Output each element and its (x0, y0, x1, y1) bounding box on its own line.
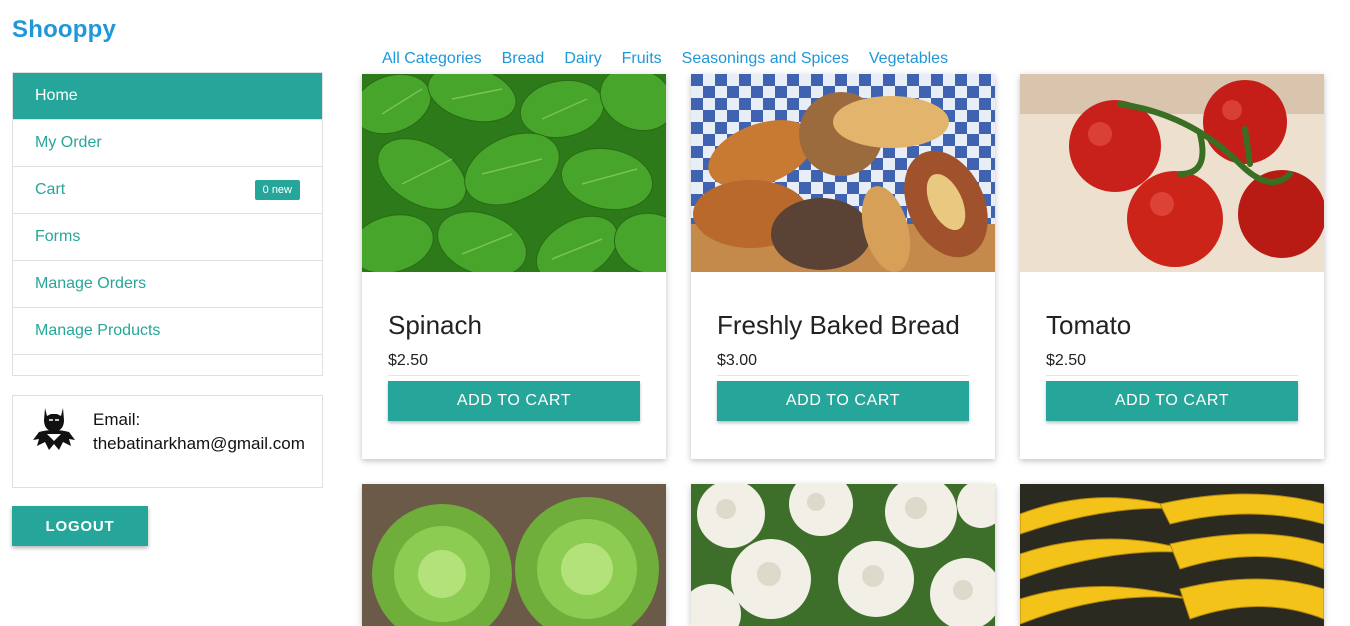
product-card (691, 484, 995, 626)
category-link-vegetables[interactable]: Vegetables (869, 50, 948, 68)
product-card: Tomato $2.50 ADD TO CART (1020, 74, 1324, 459)
sidebar-item-label: Forms (35, 228, 81, 245)
add-to-cart-button[interactable]: ADD TO CART (388, 381, 640, 421)
category-link-fruits[interactable]: Fruits (622, 50, 662, 68)
product-card: Freshly Baked Bread $3.00 ADD TO CART (691, 74, 995, 459)
sidebar-item-my-order[interactable]: My Order (13, 120, 322, 167)
sidebar-item-label: Cart (35, 181, 66, 198)
product-price: $2.50 (1046, 352, 1087, 369)
product-image-tomato[interactable] (1020, 74, 1324, 272)
category-link-seasonings[interactable]: Seasonings and Spices (682, 50, 849, 68)
sidebar-item-manage-products[interactable]: Manage Products (13, 308, 322, 355)
product-image-spinach[interactable] (362, 74, 666, 272)
product-image-cauliflower[interactable] (691, 484, 995, 626)
add-to-cart-button[interactable]: ADD TO CART (717, 381, 969, 421)
category-nav: All Categories Bread Dairy Fruits Season… (382, 50, 948, 68)
product-price: $3.00 (717, 352, 758, 369)
page: Shooppy Home My Order Cart 0 new Forms M… (0, 0, 1350, 626)
divider (388, 375, 640, 376)
category-link-all[interactable]: All Categories (382, 50, 482, 68)
product-name[interactable]: Spinach (388, 310, 482, 341)
divider (717, 375, 969, 376)
brand-logo[interactable]: Shooppy (12, 16, 116, 44)
user-card: Email: thebatinarkham@gmail.com (12, 395, 323, 488)
product-image-bread[interactable] (691, 74, 995, 272)
category-link-bread[interactable]: Bread (502, 50, 545, 68)
batman-avatar-icon (33, 408, 75, 450)
divider (1046, 375, 1298, 376)
product-name[interactable]: Tomato (1046, 310, 1131, 341)
sidebar-item-forms[interactable]: Forms (13, 214, 322, 261)
add-to-cart-button[interactable]: ADD TO CART (1046, 381, 1298, 421)
product-image-lettuce[interactable] (362, 484, 666, 626)
sidebar-item-label: Manage Products (35, 322, 161, 339)
category-link-dairy[interactable]: Dairy (564, 50, 601, 68)
logout-button[interactable]: LOGOUT (12, 506, 148, 546)
product-card: Spinach $2.50 ADD TO CART (362, 74, 666, 459)
sidebar-nav: Home My Order Cart 0 new Forms Manage Or… (12, 72, 323, 376)
sidebar-item-label: Home (35, 87, 78, 104)
product-price: $2.50 (388, 352, 429, 369)
sidebar-item-label: My Order (35, 134, 102, 151)
product-name[interactable]: Freshly Baked Bread (717, 310, 960, 341)
sidebar-item-label: Manage Orders (35, 275, 147, 292)
user-email: thebatinarkham@gmail.com (93, 434, 305, 453)
sidebar-item-cart[interactable]: Cart 0 new (13, 167, 322, 214)
sidebar-item-home[interactable]: Home (13, 73, 322, 120)
sidebar-item-manage-orders[interactable]: Manage Orders (13, 261, 322, 308)
product-card (362, 484, 666, 626)
cart-count-badge: 0 new (254, 180, 300, 200)
product-card (1020, 484, 1324, 626)
product-image-banana[interactable] (1020, 484, 1324, 626)
email-label: Email: (93, 410, 141, 429)
